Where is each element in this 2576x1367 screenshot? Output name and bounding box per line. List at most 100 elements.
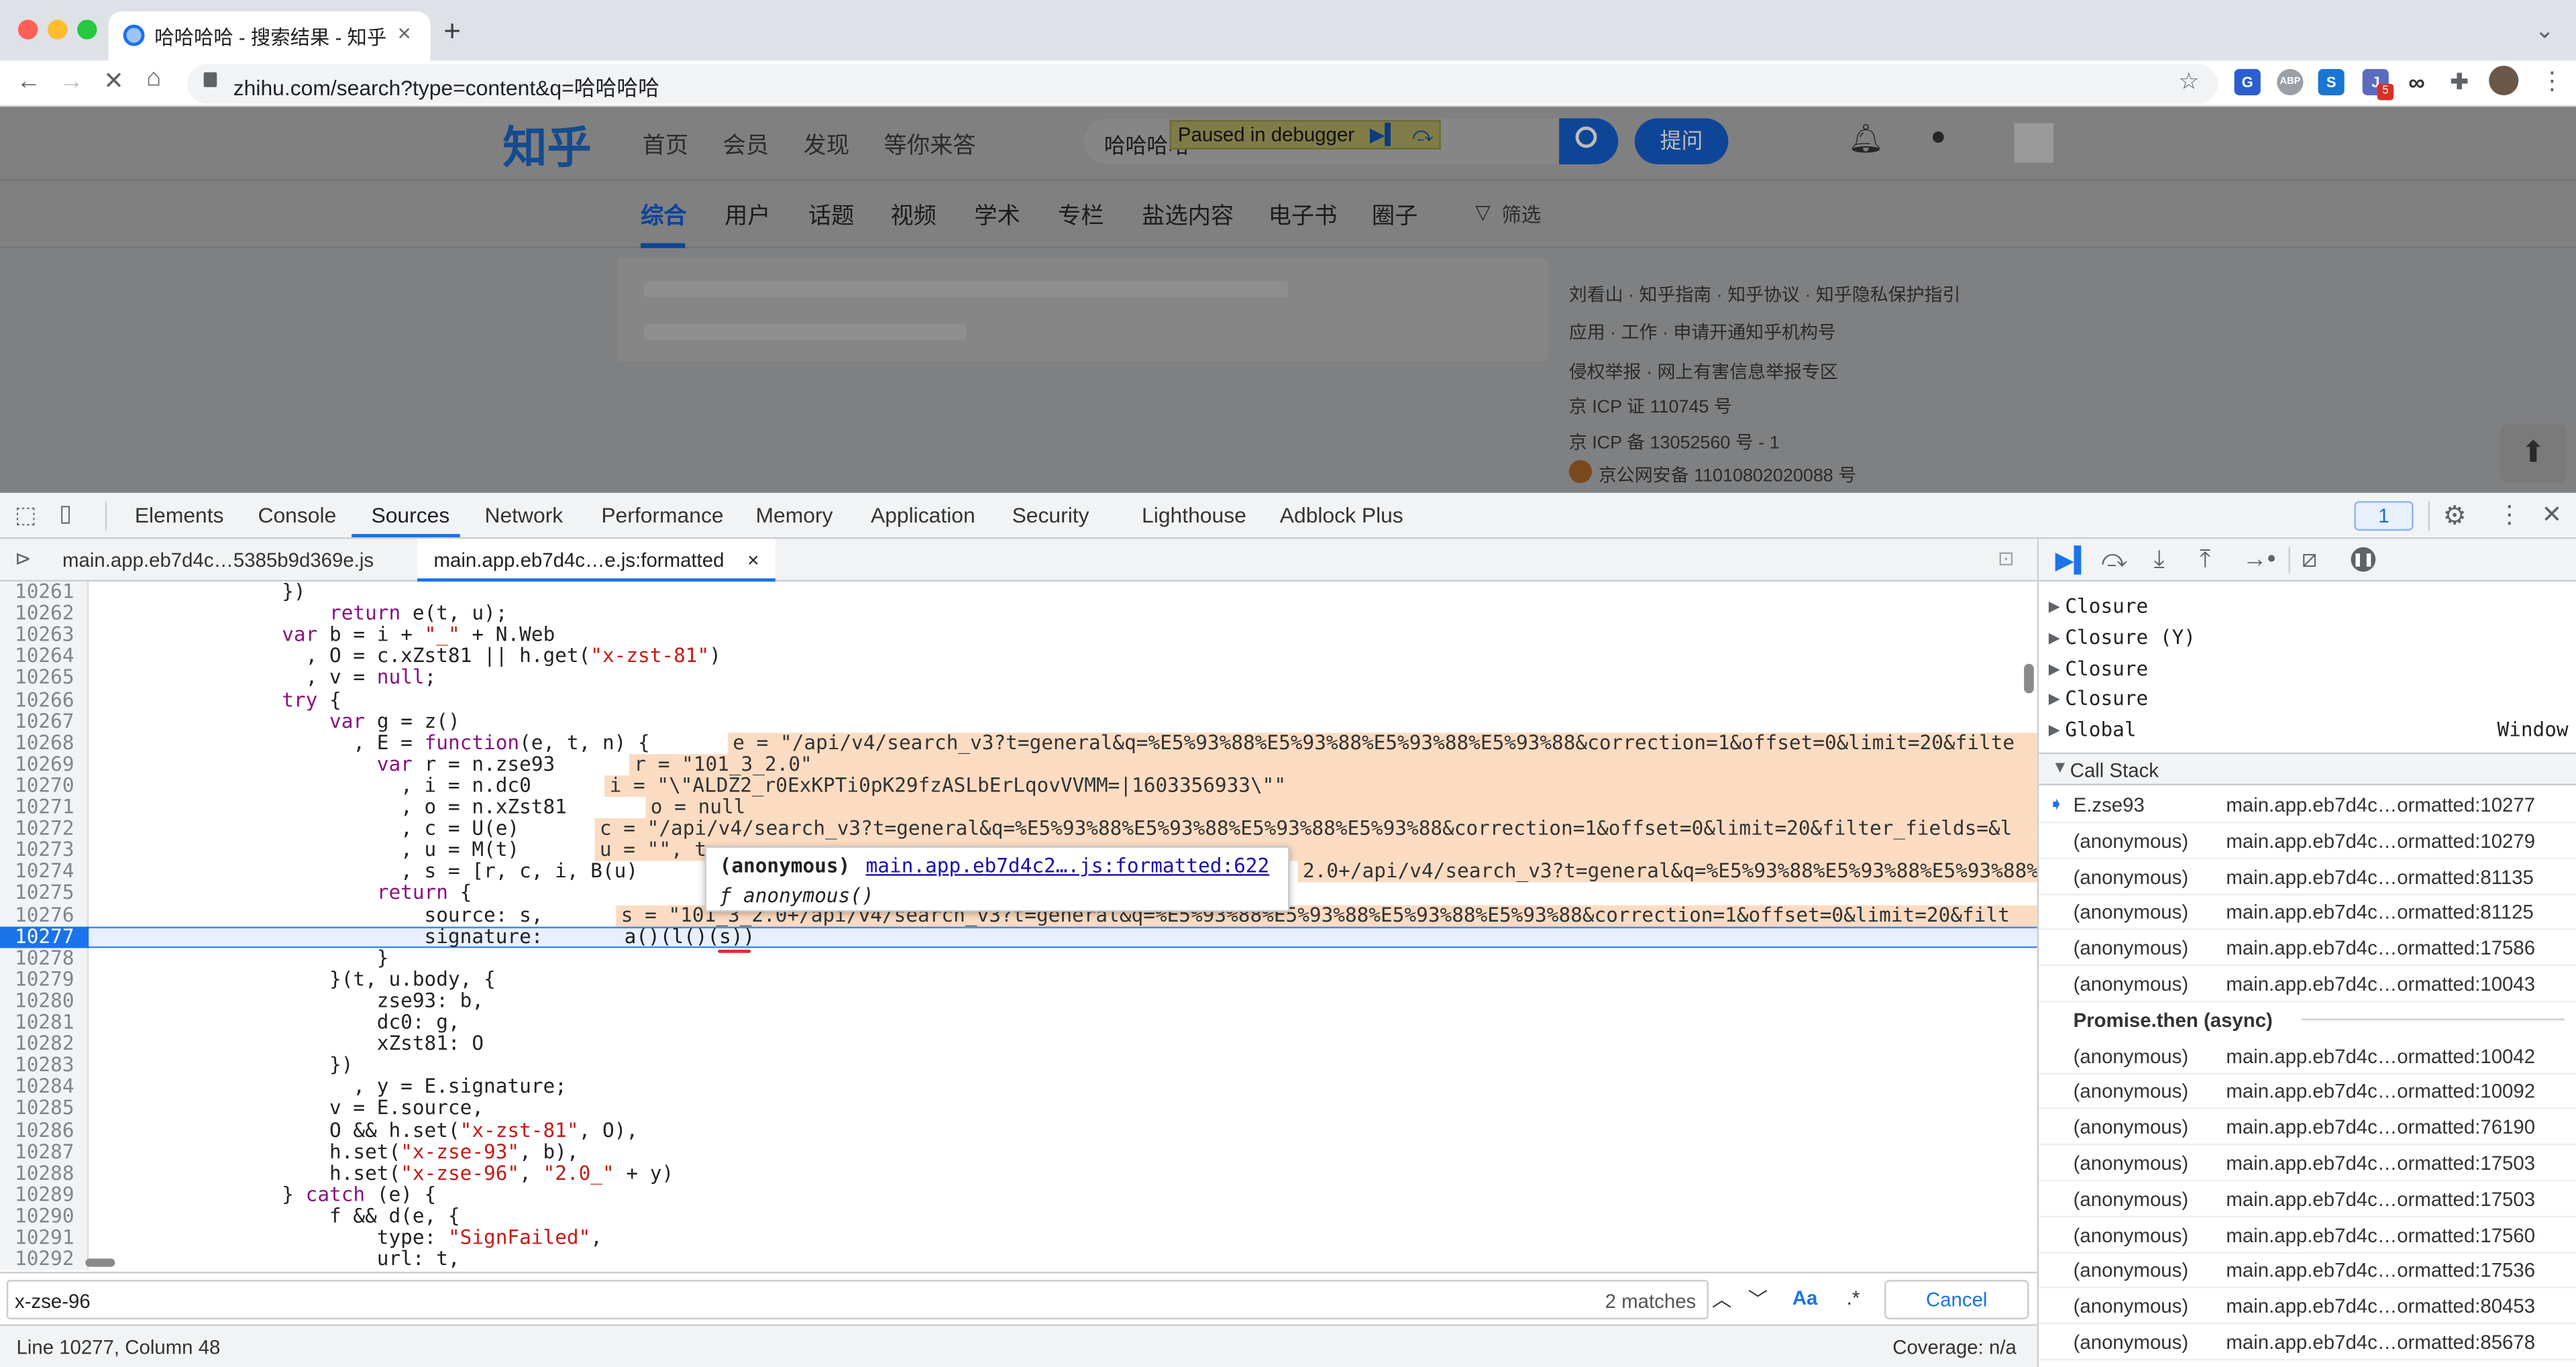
zoom-window-button[interactable]: [77, 19, 97, 40]
previous-match-icon[interactable]: ︿: [1712, 1285, 1731, 1313]
step-into-icon[interactable]: ⤓: [2154, 545, 2165, 573]
scope-item[interactable]: Closure (Y): [2065, 626, 2196, 649]
address-bar[interactable]: zhihu.com/search?type=content&q=哈哈哈哈 ☆: [187, 64, 2218, 104]
expand-triangle-icon[interactable]: ▶: [2049, 629, 2060, 647]
step-out-icon[interactable]: ⤒: [2200, 545, 2210, 573]
frame-location[interactable]: main.app.eb7d4c…ormatted:17560: [2226, 1223, 2535, 1246]
tab-elements[interactable]: Elements: [135, 503, 224, 528]
step-icon[interactable]: →•: [2243, 545, 2276, 573]
frame-location[interactable]: main.app.eb7d4c…ormatted:17503: [2226, 1188, 2535, 1211]
call-frame[interactable]: (anonymous) main.app.eb7d4c…ormatted:1758…: [2039, 930, 2576, 967]
footer-links-2[interactable]: 应用 · 工作 · 申请开通知乎机构号: [1569, 319, 1836, 345]
tab-all[interactable]: 综合: [641, 199, 687, 231]
zhihu-logo[interactable]: 知乎: [502, 112, 591, 176]
tab-sources[interactable]: Sources: [371, 503, 449, 528]
deactivate-breakpoints-icon[interactable]: ⧄: [2302, 545, 2317, 573]
inspect-element-icon[interactable]: ⬚: [15, 501, 36, 529]
editor-tab-formatted[interactable]: main.app.eb7d4c…e.js:formatted: [434, 549, 724, 571]
expand-triangle-icon[interactable]: ▶: [2049, 722, 2060, 740]
filter-funnel-icon[interactable]: ▽: [1475, 201, 1491, 223]
new-tab-button[interactable]: +: [443, 15, 461, 49]
user-avatar[interactable]: [2014, 123, 2054, 163]
call-frame[interactable]: (anonymous) main.app.eb7d4c…ormatted:8045…: [2039, 1289, 2576, 1325]
tab-academic[interactable]: 学术: [974, 199, 1020, 231]
tab-videos[interactable]: 视频: [890, 199, 936, 231]
frame-location[interactable]: main.app.eb7d4c…ormatted:10277: [2226, 794, 2535, 816]
scope-item[interactable]: Closure: [2065, 688, 2148, 710]
stop-loading-icon[interactable]: ✕: [103, 66, 124, 95]
scope-item[interactable]: Closure: [2065, 595, 2148, 618]
filter-label[interactable]: 筛选: [1501, 201, 1541, 229]
ask-button[interactable]: 提问: [1634, 118, 1729, 164]
call-frame[interactable]: ➧ E.zse93 main.app.eb7d4c…ormatted:10277: [2039, 787, 2576, 824]
call-frame[interactable]: (anonymous) main.app.eb7d4c…ormatted:1750…: [2039, 1181, 2576, 1217]
call-frame[interactable]: (anonymous) main.app.eb7d4c…ormatted:1009…: [2039, 1073, 2576, 1110]
nav-discover[interactable]: 发现: [804, 128, 850, 161]
device-toolbar-icon[interactable]: ▯: [59, 500, 72, 528]
scope-item[interactable]: Closure: [2065, 657, 2148, 679]
tab-users[interactable]: 用户: [724, 199, 771, 231]
home-icon[interactable]: ⌂: [146, 64, 161, 93]
browser-tab[interactable]: 哈哈哈哈 - 搜索结果 - 知乎 ×: [108, 11, 431, 61]
tab-security[interactable]: Security: [1012, 503, 1089, 528]
vertical-scrollbar[interactable]: [2024, 663, 2034, 694]
frame-location[interactable]: main.app.eb7d4c…ormatted:10279: [2226, 830, 2535, 853]
code-editor[interactable]: 10261 }) 10262 return e(t, u); 10263 var b…: [0, 582, 2037, 1270]
tab-adblock-plus[interactable]: Adblock Plus: [1280, 503, 1403, 528]
close-window-button[interactable]: [17, 19, 38, 40]
back-to-top-button[interactable]: ⬆: [2500, 423, 2567, 484]
tab-performance[interactable]: Performance: [601, 503, 723, 528]
adblock-plus-extension-icon[interactable]: ABP: [2277, 68, 2304, 96]
call-frame[interactable]: (anonymous) main.app.eb7d4c…ormatted:8113…: [2039, 859, 2576, 895]
editor-tab-minified[interactable]: main.app.eb7d4c…5385b9d369e.js: [62, 549, 374, 571]
call-frame[interactable]: (anonymous) main.app.eb7d4c…ormatted:1004…: [2039, 966, 2576, 1003]
resume-icon[interactable]: ▶▍: [2055, 545, 2094, 576]
cancel-search-button[interactable]: Cancel: [1884, 1280, 2029, 1319]
expand-triangle-icon[interactable]: ▶: [2049, 598, 2060, 616]
expand-triangle-icon[interactable]: ▶: [2049, 660, 2060, 678]
call-frame[interactable]: (anonymous) main.app.eb7d4c…ormatted:8112…: [2039, 894, 2576, 931]
footer-icp-2[interactable]: 京 ICP 备 13052560 号 - 1: [1569, 429, 1780, 455]
tooltip-source-link[interactable]: main.app.eb7d4c2….js:formatted:622: [866, 855, 1270, 877]
search-button[interactable]: [1559, 118, 1619, 164]
translate-extension-icon[interactable]: G: [2234, 68, 2261, 96]
footer-icp-1[interactable]: 京 ICP 证 110745 号: [1569, 392, 1732, 419]
tab-topics[interactable]: 话题: [808, 199, 855, 231]
call-stack-header[interactable]: ▼ Call Stack: [2039, 752, 2576, 785]
call-frame[interactable]: (anonymous) main.app.eb7d4c…ormatted:7619…: [2039, 1109, 2576, 1146]
nav-vip[interactable]: 会员: [723, 128, 769, 161]
back-arrow-icon[interactable]: ←: [16, 67, 41, 95]
extensions-puzzle-icon[interactable]: ✚: [2447, 69, 2473, 95]
frame-location[interactable]: main.app.eb7d4c…ormatted:10043: [2226, 973, 2535, 995]
footer-police[interactable]: 京公网安备 11010802020088 号: [1599, 461, 1856, 488]
frame-location[interactable]: main.app.eb7d4c…ormatted:76190: [2226, 1116, 2535, 1139]
call-frame[interactable]: (anonymous) main.app.eb7d4c…ormatted:1750…: [2039, 1145, 2576, 1182]
regex-button[interactable]: .*: [1847, 1287, 1860, 1309]
tab-memory[interactable]: Memory: [756, 503, 833, 528]
settings-gear-icon[interactable]: ⚙: [2443, 500, 2467, 533]
call-frame[interactable]: (anonymous) main.app.eb7d4c…ormatted:1756…: [2039, 1217, 2576, 1253]
tab-console[interactable]: Console: [258, 503, 336, 528]
nav-home[interactable]: 首页: [643, 128, 689, 161]
scope-item[interactable]: Global: [2065, 718, 2136, 741]
step-over-icon[interactable]: ⤼: [2101, 545, 2127, 573]
step-over-icon[interactable]: ⤼: [1412, 123, 1433, 146]
search-input[interactable]: x-zse-96 2 matches: [6, 1280, 1709, 1319]
call-frame[interactable]: (anonymous) main.app.eb7d4c…ormatted:1027…: [2039, 823, 2576, 859]
current-line-calls[interactable]: a()(l()(s)): [625, 926, 755, 948]
nav-answer[interactable]: 等你来答: [884, 128, 976, 161]
frame-location[interactable]: main.app.eb7d4c…ormatted:81125: [2226, 901, 2534, 924]
footer-links-3[interactable]: 侵权举报 · 网上有害信息举报专区: [1569, 358, 1838, 384]
toggle-debugger-sidebar-icon[interactable]: ⊡: [1998, 547, 2015, 570]
tab-salt[interactable]: 盐选内容: [1142, 199, 1234, 231]
notifications-bell-icon[interactable]: 🔔︎: [1848, 123, 1884, 156]
tab-columns[interactable]: 专栏: [1058, 199, 1104, 231]
tab-circles[interactable]: 圈子: [1372, 199, 1418, 231]
footer-links-1[interactable]: 刘看山 · 知乎指南 · 知乎协议 · 知乎隐私保护指引: [1569, 281, 1961, 307]
close-tab-icon[interactable]: ×: [398, 19, 411, 46]
frame-location[interactable]: main.app.eb7d4c…ormatted:17586: [2226, 937, 2535, 960]
frame-location[interactable]: main.app.eb7d4c…ormatted:80453: [2226, 1295, 2535, 1318]
next-match-icon[interactable]: ﹀: [1748, 1285, 1768, 1313]
frame-location[interactable]: main.app.eb7d4c…ormatted:17503: [2226, 1152, 2535, 1174]
tab-lighthouse[interactable]: Lighthouse: [1142, 503, 1246, 528]
